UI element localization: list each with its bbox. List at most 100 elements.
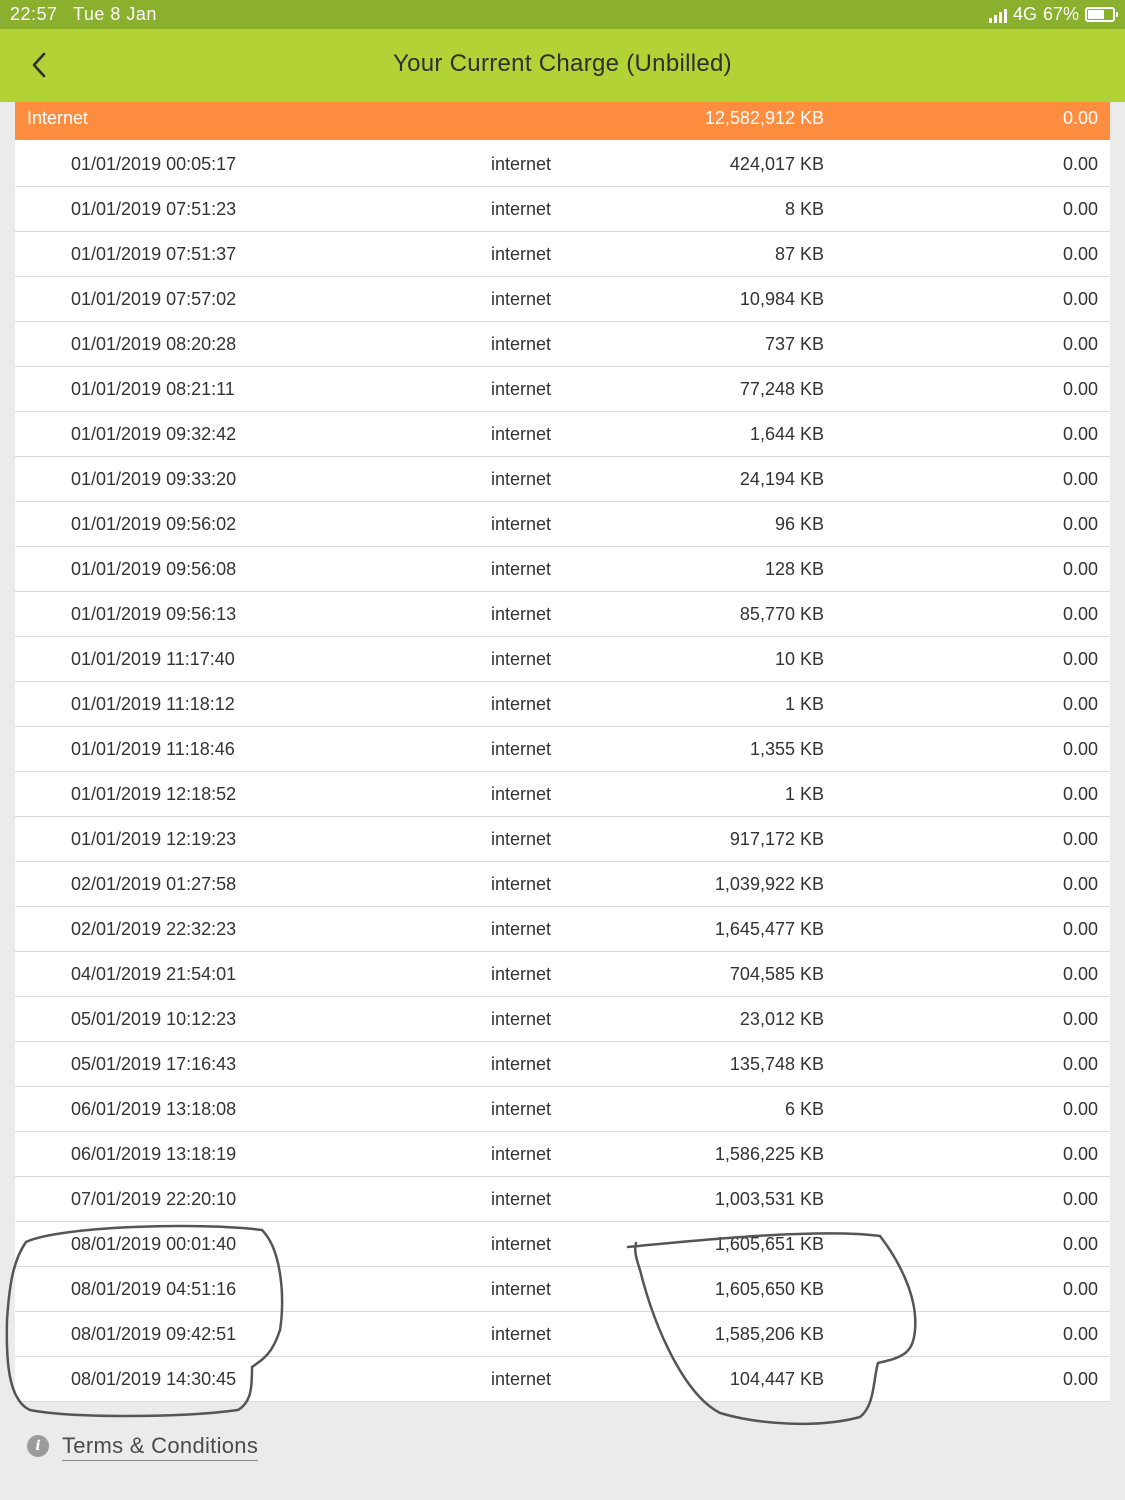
row-charge: 0.00 [1062,784,1098,804]
row-datetime: 06/01/2019 13:18:19 [71,1144,237,1164]
table-row: 01/01/2019 09:56:08 internet 128 KB 0.00 [15,547,1110,592]
row-datetime: 01/01/2019 11:18:46 [71,739,235,759]
row-type: internet [491,604,552,624]
row-volume: 104,447 KB [729,1369,824,1389]
row-volume: 1,586,225 KB [714,1144,824,1164]
row-volume: 1,645,477 KB [714,919,824,939]
row-datetime: 01/01/2019 12:19:23 [71,829,237,849]
row-volume: 1,585,206 KB [714,1324,824,1344]
row-volume: 85,770 KB [739,604,824,624]
row-volume: 1,039,922 KB [714,874,824,894]
row-type: internet [491,1234,552,1254]
row-charge: 0.00 [1062,694,1098,714]
row-charge: 0.00 [1062,424,1098,444]
row-volume: 1 KB [784,694,824,714]
row-datetime: 08/01/2019 04:51:16 [71,1279,237,1299]
row-charge: 0.00 [1062,1009,1098,1029]
row-charge: 0.00 [1062,919,1098,939]
row-datetime: 06/01/2019 13:18:08 [71,1099,237,1119]
row-type: internet [491,694,552,714]
row-datetime: 01/01/2019 09:56:13 [71,604,237,624]
table-row: 06/01/2019 13:18:08 internet 6 KB 0.00 [15,1087,1110,1132]
row-datetime: 08/01/2019 14:30:45 [71,1369,237,1389]
row-type: internet [491,1324,552,1344]
usage-rows: 01/01/2019 00:05:17 internet 424,017 KB 0.0… [15,142,1110,1402]
row-datetime: 01/01/2019 12:18:52 [71,784,237,804]
usage-table: Internet 12,582,912 KB 0.00 01/01/2019 0… [15,102,1110,1402]
table-row: 01/01/2019 11:17:40 internet 10 KB 0.00 [15,637,1110,682]
page-title: Your Current Charge (Unbilled) [393,50,732,77]
row-volume: 1,605,650 KB [714,1279,824,1299]
table-row: 01/01/2019 07:57:02 internet 10,984 KB 0.00 [15,277,1110,322]
row-type: internet [491,379,552,399]
table-row: 02/01/2019 01:27:58 internet 1,039,922 KB 0… [15,862,1110,907]
row-volume: 6 KB [784,1099,824,1119]
table-row: 06/01/2019 13:18:19 internet 1,586,225 KB 0… [15,1132,1110,1177]
table-row: 01/01/2019 09:32:42 internet 1,644 KB 0.00 [15,412,1110,457]
summary-volume: 12,582,912 KB [704,108,824,128]
row-type: internet [491,784,552,804]
table-row: 01/01/2019 09:56:02 internet 96 KB 0.00 [15,502,1110,547]
status-bar: 22:57 Tue 8 Jan 4G 67% [0,0,1125,29]
row-type: internet [491,559,552,579]
row-volume: 87 KB [774,244,824,264]
battery-percent: 67% [1042,4,1079,24]
row-type: internet [491,964,552,984]
terms-link[interactable]: Terms & Conditions [62,1433,259,1461]
row-charge: 0.00 [1062,1144,1098,1164]
row-type: internet [491,919,552,939]
row-type: internet [491,469,552,489]
table-row: 01/01/2019 12:18:52 internet 1 KB 0.00 [15,772,1110,817]
row-charge: 0.00 [1062,154,1098,174]
row-volume: 917,172 KB [729,829,824,849]
row-volume: 24,194 KB [739,469,824,489]
table-row: 07/01/2019 22:20:10 internet 1,003,531 KB 0… [15,1177,1110,1222]
row-charge: 0.00 [1062,649,1098,669]
row-volume: 1,644 KB [749,424,824,444]
row-charge: 0.00 [1062,829,1098,849]
row-datetime: 02/01/2019 01:27:58 [71,874,237,894]
row-datetime: 01/01/2019 11:18:12 [71,694,235,714]
row-type: internet [491,829,552,849]
row-type: internet [491,1099,552,1119]
table-row: 08/01/2019 04:51:16 internet 1,605,650 KB 0… [15,1267,1110,1312]
row-charge: 0.00 [1062,244,1098,264]
row-charge: 0.00 [1062,289,1098,309]
row-charge: 0.00 [1062,469,1098,489]
footer: i Terms & Conditions [0,1413,1125,1500]
row-volume: 10 KB [774,649,824,669]
row-volume: 1,605,651 KB [714,1234,824,1254]
table-row: 04/01/2019 21:54:01 internet 704,585 KB 0.0… [15,952,1110,997]
row-type: internet [491,649,552,669]
row-type: internet [491,514,552,534]
row-charge: 0.00 [1062,199,1098,219]
row-type: internet [491,1009,552,1029]
row-volume: 737 KB [764,334,824,354]
row-type: internet [491,244,552,264]
row-volume: 77,248 KB [739,379,824,399]
row-type: internet [491,1054,552,1074]
row-type: internet [491,154,552,174]
row-charge: 0.00 [1062,604,1098,624]
row-charge: 0.00 [1062,874,1098,894]
row-charge: 0.00 [1062,1324,1098,1344]
row-datetime: 01/01/2019 07:51:23 [71,199,237,219]
row-volume: 424,017 KB [729,154,824,174]
row-volume: 128 KB [764,559,824,579]
status-date: Tue 8 Jan [73,4,157,24]
row-datetime: 01/01/2019 09:32:42 [71,424,237,444]
row-charge: 0.00 [1062,1054,1098,1074]
row-datetime: 01/01/2019 00:05:17 [71,154,237,174]
table-row: 08/01/2019 09:42:51 internet 1,585,206 KB 0… [15,1312,1110,1357]
table-row: 01/01/2019 12:19:23 internet 917,172 KB 0.0… [15,817,1110,862]
summary-charge: 0.00 [1062,108,1098,128]
status-time: 22:57 [10,4,58,24]
row-datetime: 01/01/2019 07:51:37 [71,244,237,264]
row-charge: 0.00 [1062,379,1098,399]
table-row: 08/01/2019 14:30:45 internet 104,447 KB 0.0… [15,1357,1110,1402]
row-type: internet [491,424,552,444]
row-datetime: 04/01/2019 21:54:01 [71,964,237,984]
table-row: 01/01/2019 08:21:11 internet 77,248 KB 0.00 [15,367,1110,412]
row-datetime: 05/01/2019 17:16:43 [71,1054,237,1074]
row-datetime: 01/01/2019 07:57:02 [71,289,237,309]
